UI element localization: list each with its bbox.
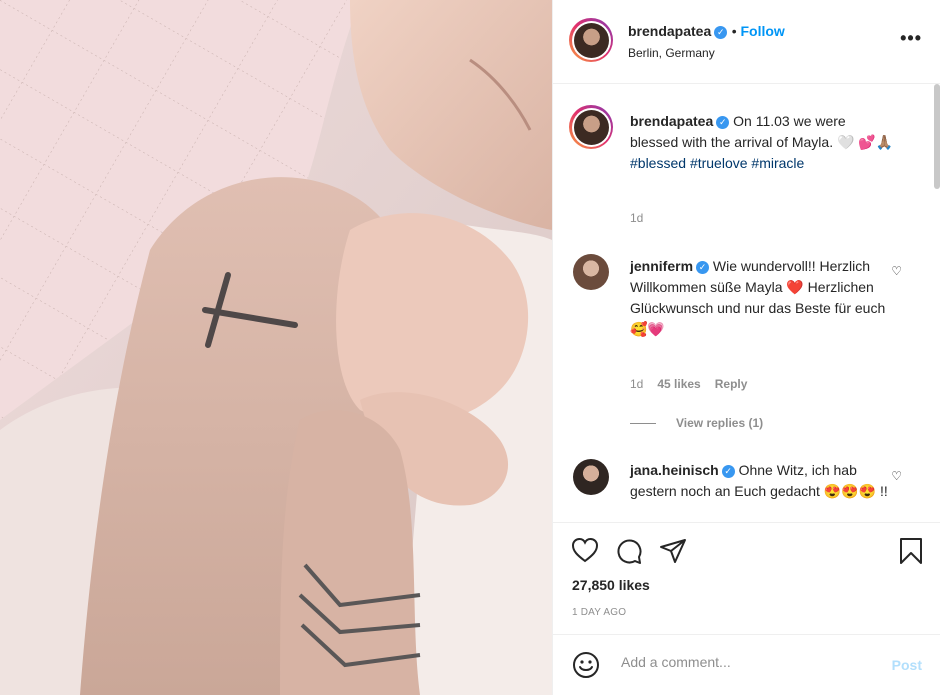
view-replies-button[interactable]: View replies (1) (630, 416, 763, 430)
emoji-smiley-icon[interactable] (572, 651, 600, 679)
comment-meta: 1d 45 likes Reply (630, 377, 747, 391)
post-timestamp: 1 DAY AGO (572, 607, 627, 618)
verified-badge-icon: ✓ (696, 261, 710, 274)
follow-button[interactable]: Follow (741, 23, 785, 39)
caption-username[interactable]: brendapatea (630, 113, 713, 129)
post-actions: 27,850 likes 1 DAY AGO (553, 522, 940, 635)
comment-like-heart-icon[interactable]: ♡ (891, 264, 902, 278)
comment-time[interactable]: 1d (630, 377, 643, 391)
comments-list: brendapatea ✓ On 11.03 we were blessed wi… (553, 84, 940, 522)
caption-time[interactable]: 1d (630, 211, 643, 225)
author-avatar[interactable] (569, 18, 613, 62)
instagram-post-modal: brendapatea ✓ • Follow Berlin, Germany ••… (0, 0, 940, 695)
baby-hand-photo (0, 0, 552, 695)
comment-username[interactable]: jenniferm (630, 258, 693, 274)
hashtag-miracle[interactable]: #miracle (751, 155, 804, 171)
verified-badge-icon: ✓ (714, 26, 728, 39)
replies-divider (630, 423, 656, 425)
post-comment-button[interactable]: Post (892, 657, 922, 673)
add-comment-bar: Post (553, 634, 940, 696)
hashtag-truelove[interactable]: #truelove (690, 155, 748, 171)
verified-badge-icon: ✓ (716, 116, 730, 129)
comment-like-heart-icon[interactable]: ♡ (891, 469, 902, 483)
caption-avatar[interactable] (569, 105, 613, 149)
hashtag-blessed[interactable]: #blessed (630, 155, 686, 171)
comment-text: jenniferm ✓ Wie wundervoll!! Herzlich Wil… (630, 256, 895, 340)
caption-emoji: 🤍 💕🙏🏽 (836, 134, 894, 150)
caption-text: brendapatea ✓ On 11.03 we were blessed wi… (630, 111, 895, 174)
post-photo[interactable] (0, 0, 552, 695)
reply-button[interactable]: Reply (715, 377, 748, 391)
like-heart-icon[interactable] (571, 537, 599, 563)
more-options-icon[interactable]: ••• (900, 28, 922, 49)
post-sidebar: brendapatea ✓ • Follow Berlin, Germany ••… (552, 0, 940, 695)
commenter-avatar[interactable] (573, 459, 609, 495)
post-location[interactable]: Berlin, Germany (628, 46, 715, 60)
comment-likes[interactable]: 45 likes (657, 377, 700, 391)
comment-username[interactable]: jana.heinisch (630, 462, 719, 478)
share-paper-plane-icon[interactable] (659, 537, 687, 565)
author-username[interactable]: brendapatea (628, 23, 711, 39)
post-header: brendapatea ✓ • Follow Berlin, Germany ••… (553, 0, 940, 84)
comment-bubble-icon[interactable] (615, 537, 643, 565)
commenter-avatar[interactable] (573, 254, 609, 290)
verified-badge-icon: ✓ (721, 465, 735, 478)
comment-input[interactable] (619, 653, 853, 671)
save-bookmark-icon[interactable] (899, 537, 923, 565)
comment-text: jana.heinisch ✓ Ohne Witz, ich hab gester… (630, 460, 895, 502)
likes-count[interactable]: 27,850 likes (572, 577, 650, 593)
avatar-image (573, 22, 609, 58)
